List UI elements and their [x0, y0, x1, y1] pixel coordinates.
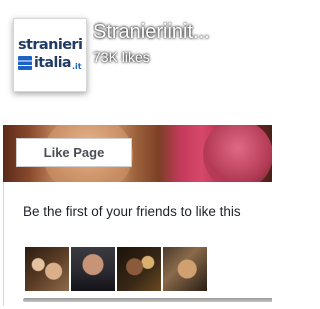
logo-text-suffix: .it: [71, 61, 82, 71]
friend-avatars-row: [25, 247, 207, 291]
page-header: stranieri italia .it Stranieriinit... 73…: [0, 0, 272, 100]
horizontal-scrollbar[interactable]: [23, 298, 272, 302]
logo-flag-icon: [18, 56, 32, 70]
logo-text-stranieri: stranieri: [18, 37, 83, 53]
friends-like-text: Be the first of your friends to like thi…: [23, 204, 241, 219]
page-name-link[interactable]: Stranieriinit...: [93, 20, 243, 44]
friend-avatar[interactable]: [163, 247, 207, 291]
page-logo[interactable]: stranieri italia .it: [13, 18, 87, 92]
logo-line-italia: italia .it: [18, 54, 82, 72]
friend-avatar[interactable]: [117, 247, 161, 291]
cover-photo-detail: [203, 125, 272, 182]
page-likes-count: 73K likes: [93, 49, 150, 65]
logo-text-italia: italia: [34, 55, 71, 71]
friend-avatar[interactable]: [25, 247, 69, 291]
like-page-button[interactable]: Like Page: [16, 138, 132, 167]
facebook-page-plugin: stranieri italia .it Stranieriinit... 73…: [0, 0, 272, 309]
friend-avatar[interactable]: [71, 247, 115, 291]
